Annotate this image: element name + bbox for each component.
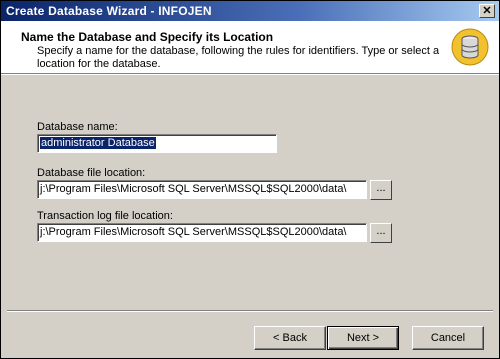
database-file-browse-button[interactable]: ... xyxy=(370,180,392,200)
log-file-location-input[interactable]: j:\Program Files\Microsoft SQL Server\MS… xyxy=(37,223,367,242)
close-icon: ✕ xyxy=(482,4,492,17)
page-title: Name the Database and Specify its Locati… xyxy=(21,30,274,44)
header-divider xyxy=(1,74,499,75)
database-name-value: administrator Database xyxy=(40,137,156,149)
page-subtitle: Specify a name for the database, followi… xyxy=(37,45,440,70)
wizard-window: Create Database Wizard - INFOJEN ✕ Name … xyxy=(0,0,500,359)
database-file-location-input[interactable]: j:\Program Files\Microsoft SQL Server\MS… xyxy=(37,180,367,199)
cancel-button[interactable]: Cancel xyxy=(412,326,484,350)
log-file-location-value: j:\Program Files\Microsoft SQL Server\MS… xyxy=(40,226,347,238)
back-button[interactable]: < Back xyxy=(254,326,326,350)
window-title: Create Database Wizard - INFOJEN xyxy=(6,4,212,18)
database-name-input[interactable]: administrator Database xyxy=(37,134,277,153)
title-bar[interactable]: Create Database Wizard - INFOJEN ✕ xyxy=(1,1,499,21)
database-file-location-value: j:\Program Files\Microsoft SQL Server\MS… xyxy=(40,183,347,195)
wizard-header: Name the Database and Specify its Locati… xyxy=(1,21,499,74)
database-name-label: Database name: xyxy=(37,121,118,133)
log-file-browse-button[interactable]: ... xyxy=(370,223,392,243)
footer-divider-highlight xyxy=(7,311,493,312)
database-file-location-label: Database file location: xyxy=(37,167,146,179)
close-button[interactable]: ✕ xyxy=(479,4,495,18)
log-file-location-label: Transaction log file location: xyxy=(37,210,173,222)
database-icon xyxy=(451,28,489,66)
next-button[interactable]: Next > xyxy=(327,326,399,350)
